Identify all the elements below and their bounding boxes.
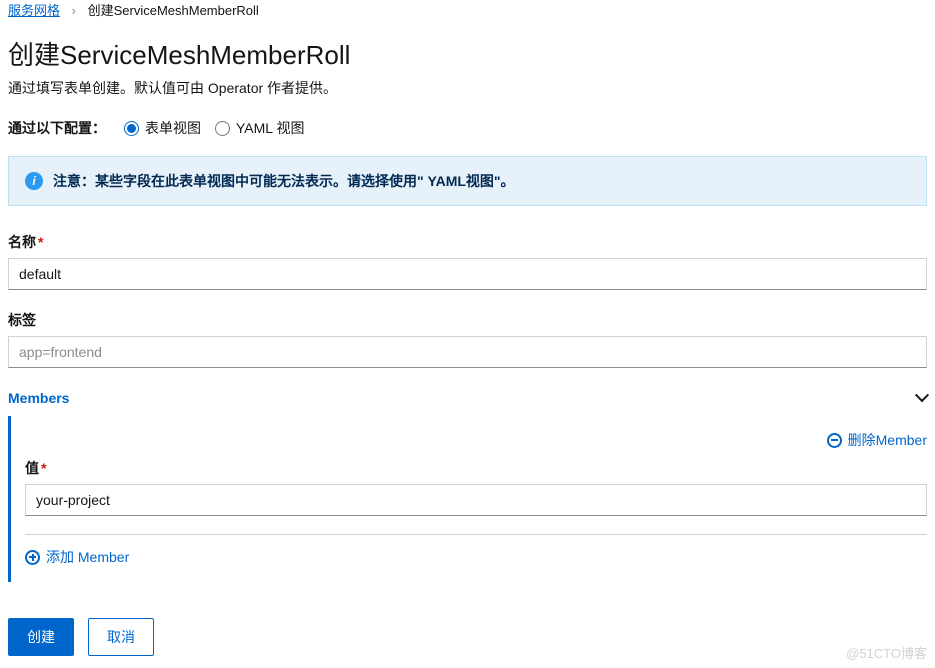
required-asterisk: * xyxy=(41,460,46,476)
name-label: 名称* xyxy=(8,232,927,252)
add-member-label: 添加 Member xyxy=(46,547,129,567)
labels-label: 标签 xyxy=(8,310,927,330)
name-input[interactable] xyxy=(8,258,927,290)
config-label: 通过以下配置： xyxy=(8,118,106,138)
name-field-group: 名称* xyxy=(8,232,927,290)
radio-form-view[interactable]: 表单视图 xyxy=(124,118,201,138)
create-button[interactable]: 创建 xyxy=(8,618,74,656)
breadcrumb-parent-link[interactable]: 服务网格 xyxy=(8,3,60,18)
members-section-header[interactable]: Members xyxy=(8,388,927,416)
remove-member-label: 删除Member xyxy=(848,430,927,450)
view-config-row: 通过以下配置： 表单视图 YAML 视图 xyxy=(8,118,927,138)
plus-circle-icon xyxy=(25,550,40,565)
radio-form-view-input[interactable] xyxy=(124,121,139,136)
info-icon: i xyxy=(25,172,43,190)
footer-actions: 创建 取消 xyxy=(8,618,927,668)
view-radio-group: 表单视图 YAML 视图 xyxy=(124,118,304,138)
required-asterisk: * xyxy=(38,234,43,250)
members-section-body: 删除Member 值* 添加 Member xyxy=(8,416,927,582)
chevron-right-icon: › xyxy=(72,3,76,18)
members-section-title: Members xyxy=(8,390,69,406)
page-title: 创建ServiceMeshMemberRoll xyxy=(8,35,927,72)
radio-yaml-view[interactable]: YAML 视图 xyxy=(215,118,304,138)
breadcrumb: 服务网格 › 创建ServiceMeshMemberRoll xyxy=(8,0,927,29)
chevron-down-icon xyxy=(915,388,929,402)
page-description: 通过填写表单创建。默认值可由 Operator 作者提供。 xyxy=(8,78,927,98)
minus-circle-icon xyxy=(827,433,842,448)
cancel-button[interactable]: 取消 xyxy=(88,618,154,656)
alert-text: 注意：某些字段在此表单视图中可能无法表示。请选择使用" YAML视图"。 xyxy=(53,171,515,191)
labels-input[interactable] xyxy=(8,336,927,368)
radio-form-view-label: 表单视图 xyxy=(145,118,201,138)
add-member-button[interactable]: 添加 Member xyxy=(25,547,129,567)
remove-member-button[interactable]: 删除Member xyxy=(827,430,927,450)
info-alert: i 注意：某些字段在此表单视图中可能无法表示。请选择使用" YAML视图"。 xyxy=(8,156,927,206)
labels-field-group: 标签 xyxy=(8,310,927,368)
member-value-input[interactable] xyxy=(25,484,927,516)
radio-yaml-view-input[interactable] xyxy=(215,121,230,136)
breadcrumb-current: 创建ServiceMeshMemberRoll xyxy=(88,3,259,18)
radio-yaml-view-label: YAML 视图 xyxy=(236,118,304,138)
member-value-label: 值* xyxy=(25,458,927,478)
